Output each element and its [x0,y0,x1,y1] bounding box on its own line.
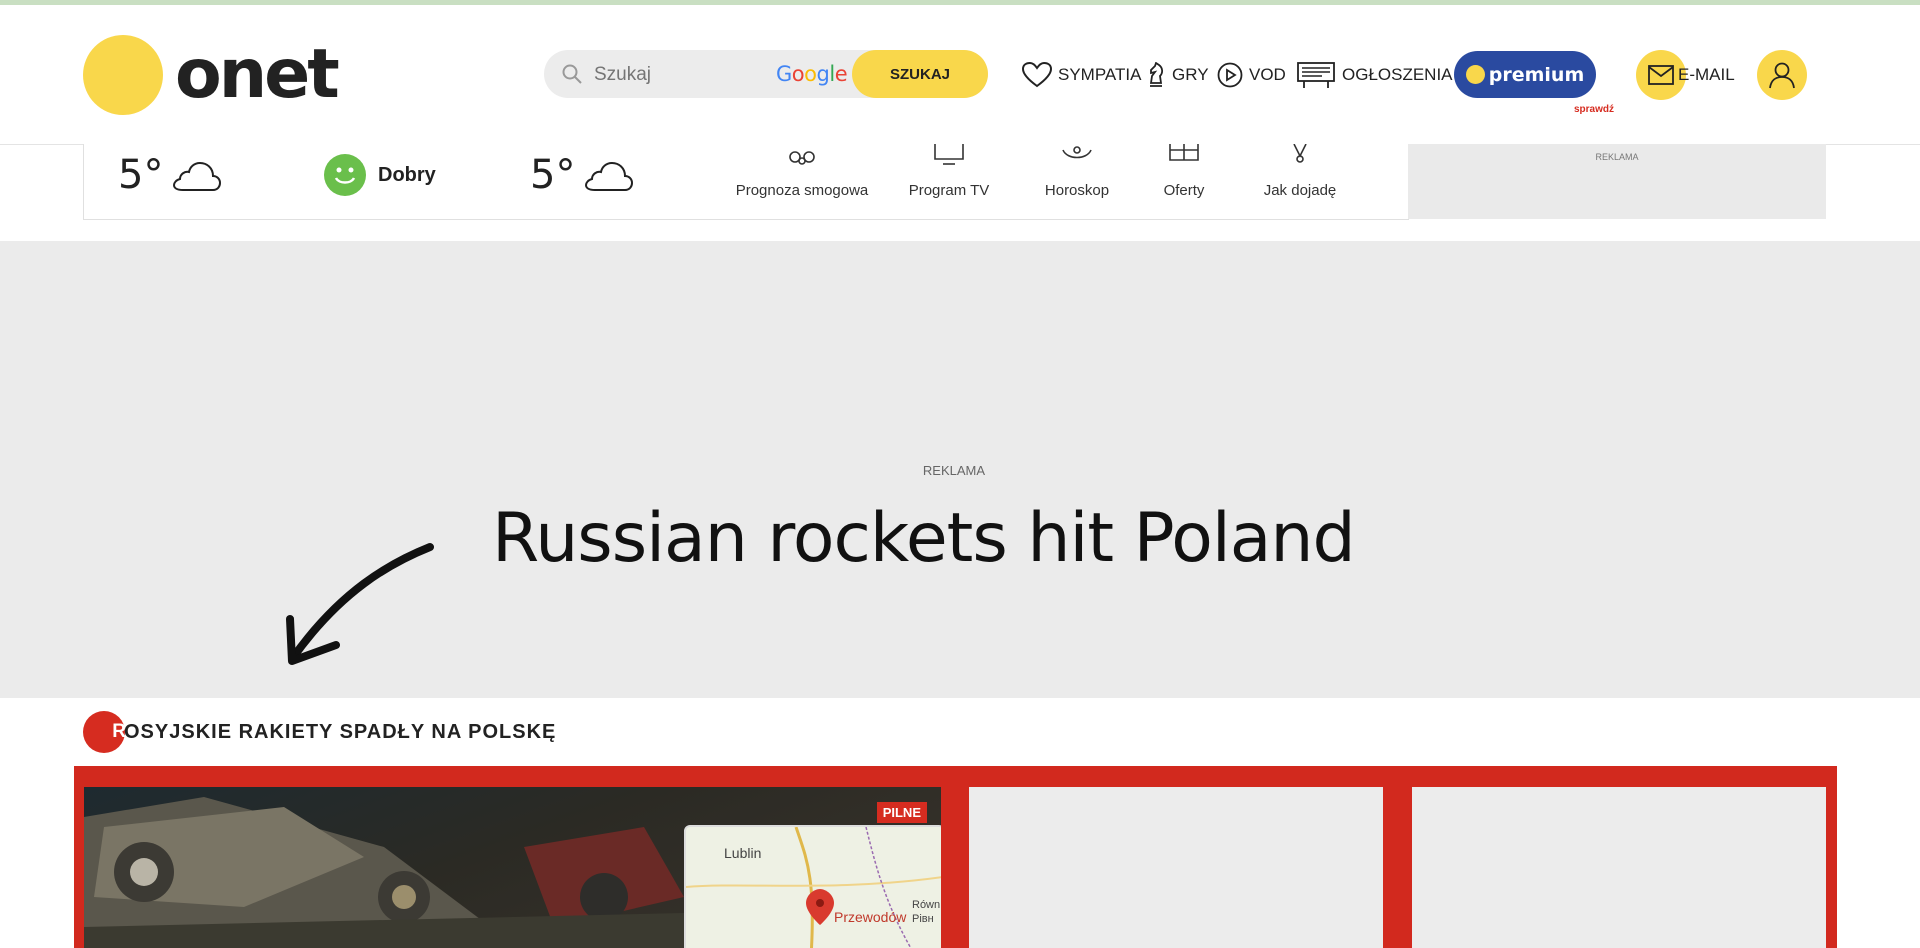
route-pin-icon [1293,144,1307,163]
article-card-placeholder[interactable] [969,787,1383,948]
map-label-przewodow: Przewodów [834,909,907,925]
lead-article-image[interactable]: PILNE Lublin Przewodów Równ Рівн [84,787,941,948]
hand-drawn-arrow-icon [286,543,434,665]
breaking-section-title[interactable]: R OSYJSKIE RAKIETY SPADŁY NA POLSKĘ [83,711,556,753]
heart-icon [1022,62,1052,88]
nav-vod[interactable]: VOD [1217,62,1286,88]
cloud-icon [173,161,222,191]
service-smog-forecast[interactable]: Prognoza smogowa [732,144,872,219]
logo-text: onet [175,35,340,114]
nav-label: OGŁOSZENIA [1342,65,1453,84]
side-advertisement[interactable]: REKLAMA [1408,144,1826,219]
service-horoscope[interactable]: Horoskop [1037,144,1117,219]
email-label: E-MAIL [1678,65,1735,84]
temperature-value: 5° [530,152,576,198]
smiley-face-icon [324,154,366,196]
tv-icon [934,144,964,165]
section-badge: R [83,711,126,753]
service-tv-program[interactable]: Program TV [904,144,994,219]
nav-label: GRY [1172,65,1209,84]
air-quality[interactable]: Dobry [324,154,436,196]
location-map: Lublin Przewodów Równ Рівн [684,825,941,948]
overlay-headline: Russian rockets hit Poland [492,499,1356,578]
premium-check-link[interactable]: sprawdź [1574,104,1614,115]
weather-tomorrow[interactable]: 5° [530,152,634,198]
nav-gry[interactable]: GRY [1146,62,1209,88]
site-header: onet Google SZUKAJ SYMPATIA GRY VOD OGŁO… [0,5,1920,145]
advertisement-banner[interactable]: REKLAMA Russian rockets hit Poland [0,241,1920,698]
service-offers[interactable]: Oferty [1154,144,1214,219]
search-bar: Google SZUKAJ [544,50,988,100]
services-widget-bar: 5° Dobry 5° Prognoza smogowa Program TV … [83,144,1409,220]
chess-knight-icon [1149,62,1164,87]
map-label-rowne: Równ [912,899,941,911]
urgent-badge: PILNE [876,802,927,823]
logo-dot-icon [83,35,163,115]
temperature-value: 5° [118,152,164,198]
service-label: Horoskop [1044,182,1110,199]
search-input[interactable] [592,50,776,100]
service-label: Oferty [1163,182,1205,199]
map-label-rivne: Рівн [912,913,934,925]
gas-mask-icon [789,151,815,165]
ad-label: REKLAMA [1595,152,1639,162]
ad-label: REKLAMA [922,463,986,478]
premium-label: premium [1488,63,1585,86]
search-icon [562,64,582,84]
cloud-icon [585,161,634,191]
air-quality-label: Dobry [378,163,436,186]
zodiac-icon [1062,146,1092,159]
article-card-placeholder[interactable] [1412,787,1826,948]
google-logo: Google [776,62,848,86]
nav-label: VOD [1249,65,1286,84]
section-title-text: OSYJSKIE RAKIETY SPADŁY NA POLSKĘ [124,720,557,743]
map-label-lublin: Lublin [724,845,762,861]
premium-dot-icon [1465,65,1485,84]
service-label: Program TV [908,182,990,199]
premium-button[interactable]: premium [1454,51,1596,98]
onet-logo[interactable]: onet [83,35,340,115]
service-label: Jak dojadę [1263,182,1337,199]
nav-sympatia[interactable]: SYMPATIA [1022,62,1141,88]
email-button[interactable]: E-MAIL [1636,50,1735,100]
gift-icon [1169,144,1199,161]
nav-ogloszenia[interactable]: OGŁOSZENIA [1296,62,1453,88]
search-button[interactable]: SZUKAJ [852,50,988,98]
service-directions[interactable]: Jak dojadę [1250,144,1350,219]
nav-label: SYMPATIA [1058,65,1142,84]
user-icon [1769,62,1795,89]
weather-today[interactable]: 5° [118,152,222,198]
play-circle-icon [1217,62,1243,88]
user-account-button[interactable] [1757,50,1807,100]
billboard-icon [1297,62,1335,88]
service-label: Prognoza smogowa [735,182,869,199]
